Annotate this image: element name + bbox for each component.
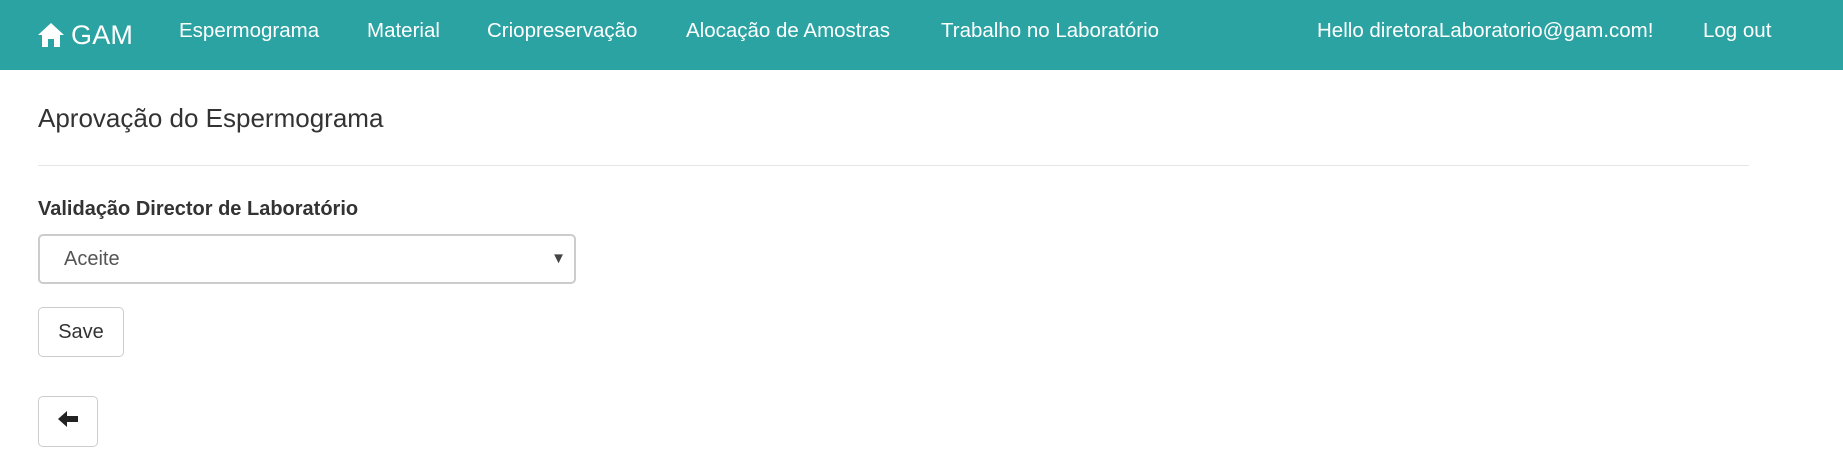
nav-link-criopreservacao[interactable]: Criopreservação [487,0,637,70]
brand-link[interactable]: GAM [37,0,133,70]
logout-link[interactable]: Log out [1703,0,1771,70]
title-divider [38,165,1749,166]
brand-label: GAM [71,19,134,50]
validation-select[interactable]: Aceite ▼ [38,234,576,284]
validation-field-label: Validação Director de Laboratório [38,198,359,220]
arrow-left-icon [57,410,79,433]
user-greeting-link[interactable]: Hello diretoraLaboratorio@gam.com! [1317,0,1653,70]
save-button[interactable]: Save [38,307,124,357]
validation-select-value: Aceite [64,248,120,270]
nav-link-material[interactable]: Material [367,0,440,70]
chevron-down-icon: ▼ [551,250,566,267]
top-navbar: GAM Espermograma Material Criopreservaçã… [0,0,1843,70]
back-button[interactable] [38,396,98,447]
nav-link-trabalho-no-laboratorio[interactable]: Trabalho no Laboratório [941,0,1159,70]
page-title: Aprovação do Espermograma [38,103,384,133]
home-icon [37,22,65,48]
nav-link-espermograma[interactable]: Espermograma [179,0,319,70]
nav-link-alocacao-de-amostras[interactable]: Alocação de Amostras [686,0,890,70]
